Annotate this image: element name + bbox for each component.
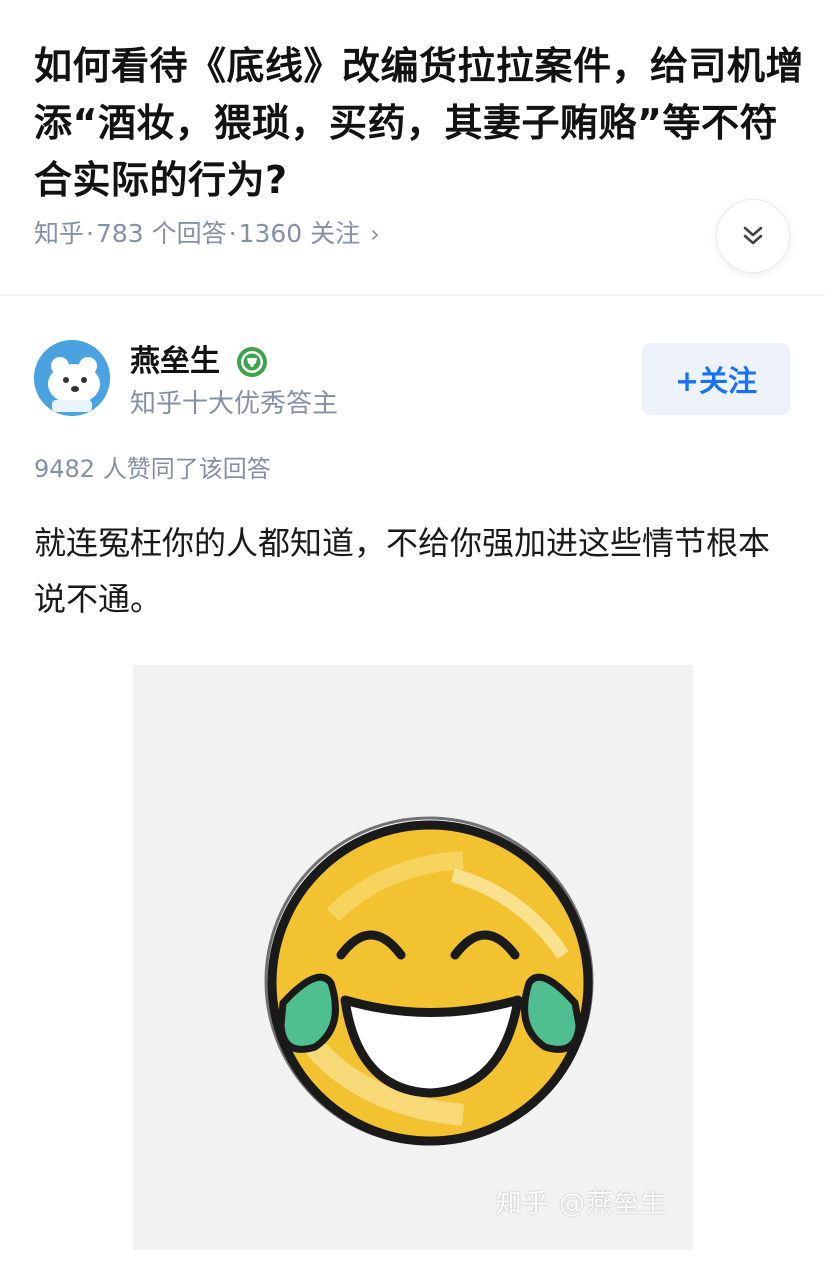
vote-count: 9482 人赞同了该回答 [34,455,271,483]
question-meta[interactable]: 知乎 · 783 个回答 · 1360 关注 › [34,216,380,252]
follower-count: 1360 关注 [238,219,361,248]
author-headline: 知乎十大优秀答主 [130,389,339,419]
polar-bear-avatar-icon [34,340,110,416]
meta-separator: · [228,219,237,248]
answer-image[interactable]: 知乎 @燕垒生 [133,665,693,1250]
section-divider [0,294,825,296]
author-avatar[interactable] [34,340,110,416]
question-title[interactable]: 如何看待《底线》改编货拉拉案件，给司机增添“酒妆，猥琐，买药，其妻子贿赂”等不符… [34,38,804,209]
meta-separator: · [86,219,94,248]
medal-icon [237,347,267,377]
answer-text[interactable]: 就连冤枉你的人都知道，不给你强加进这些情节根本说不通。 [34,515,794,627]
answer-count: 783 个回答 [95,219,227,248]
author-name[interactable]: 燕垒生 [130,342,220,382]
laughing-tears-emoji-icon [264,816,594,1146]
image-watermark: 知乎 @燕垒生 [495,1189,667,1219]
answer-page: 如何看待《底线》改编货拉拉案件，给司机增添“酒妆，猥琐，买药，其妻子贿赂”等不符… [0,0,825,1280]
chevron-right-icon: › [370,220,380,248]
follow-button[interactable]: +关注 [642,343,790,415]
double-chevron-down-icon [743,226,763,245]
source-label: 知乎 [34,219,85,248]
expand-button[interactable] [716,199,790,273]
